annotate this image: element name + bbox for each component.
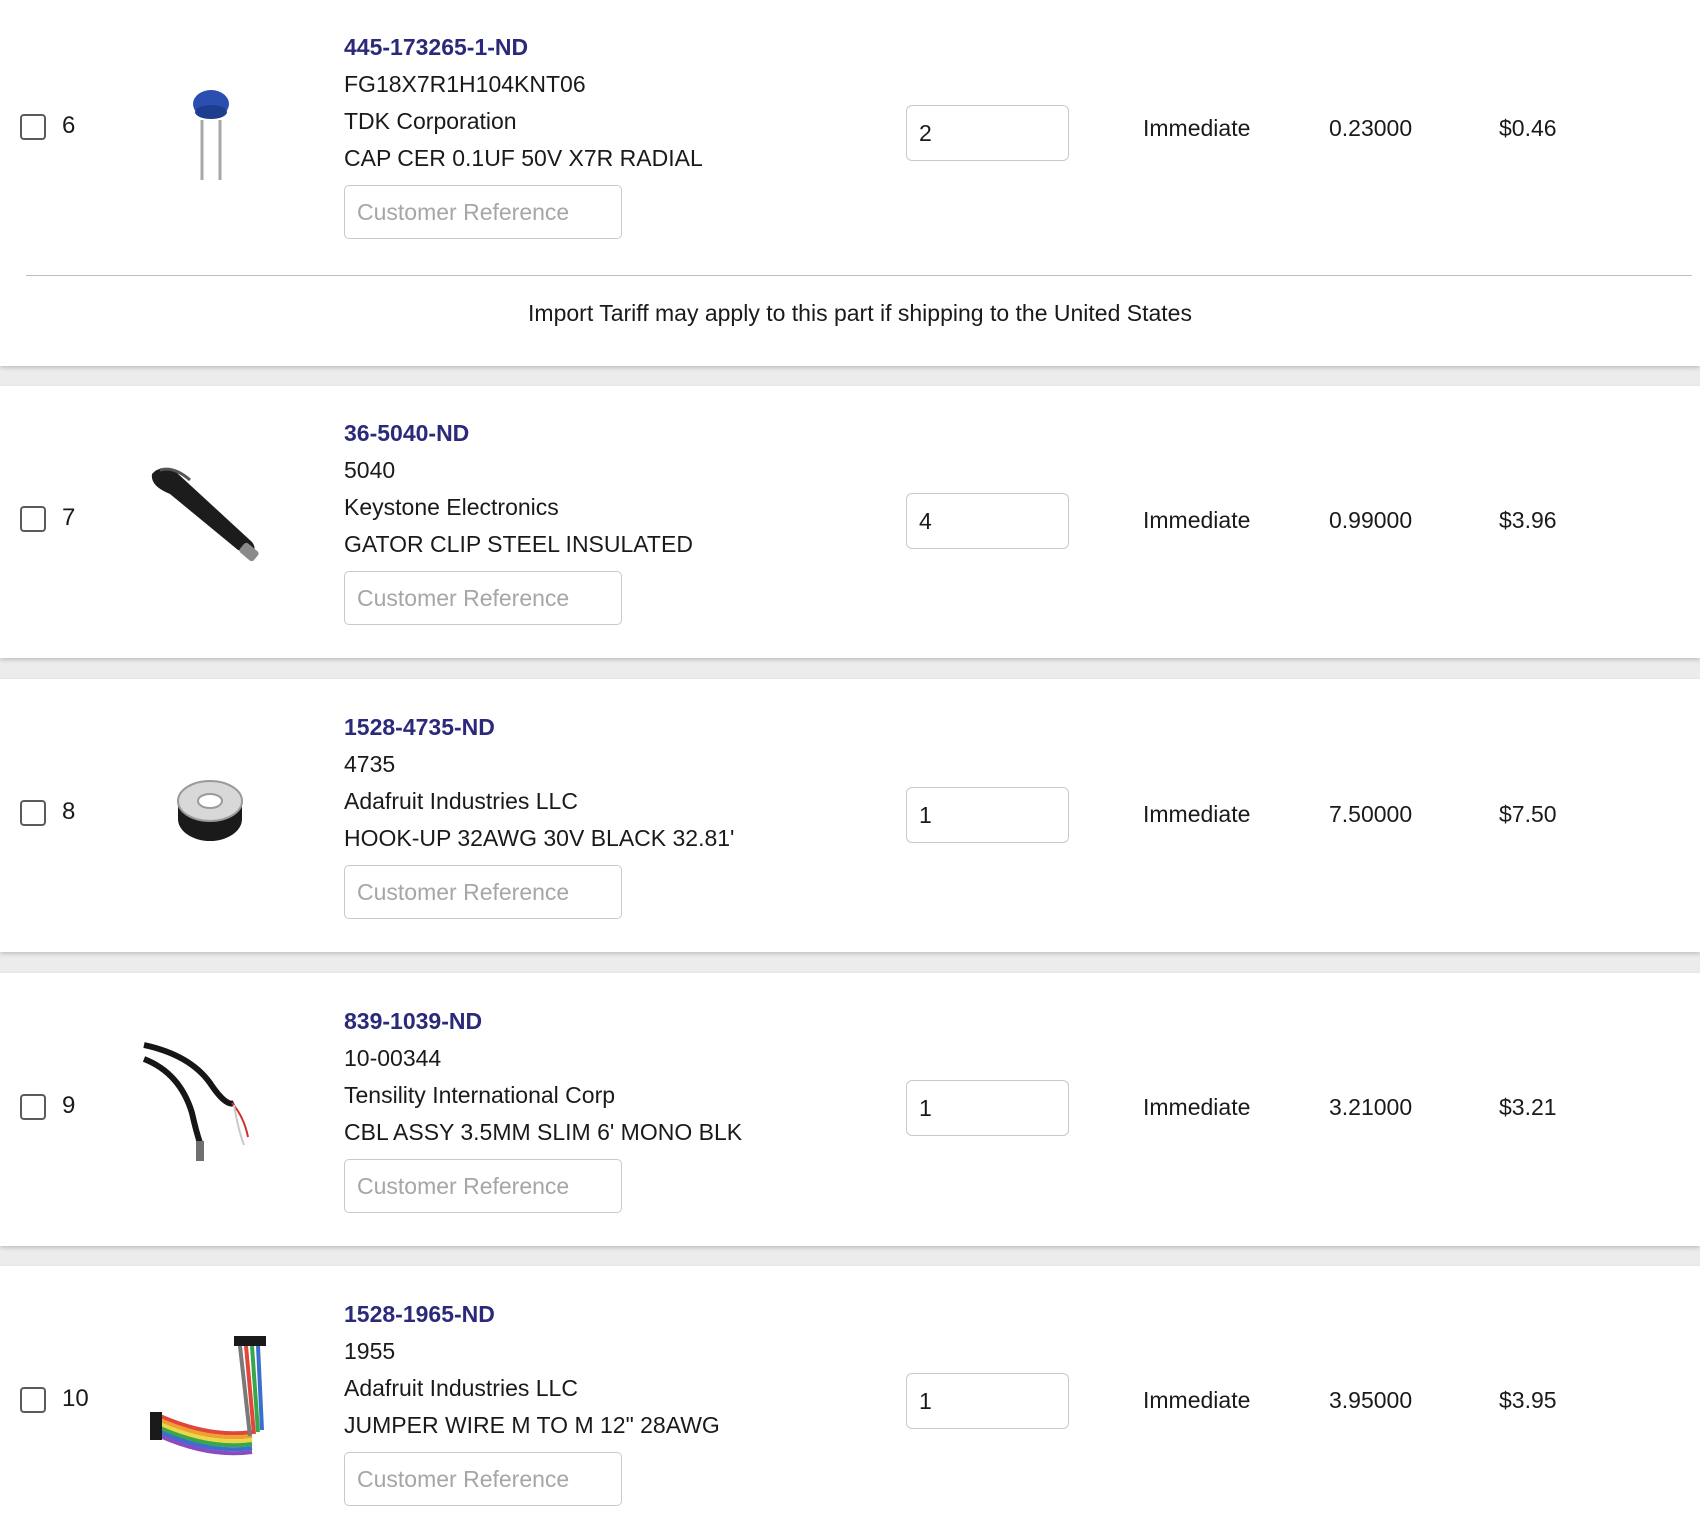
row-select-checkbox[interactable] — [20, 114, 46, 140]
customer-reference-input[interactable] — [344, 1159, 622, 1213]
part-description: CAP CER 0.1UF 50V X7R RADIAL — [344, 145, 703, 171]
row-select-checkbox[interactable] — [20, 1094, 46, 1120]
part-description: GATOR CLIP STEEL INSULATED — [344, 531, 693, 557]
quantity-input[interactable] — [906, 105, 1069, 161]
manufacturer-name: Adafruit Industries LLC — [344, 1375, 578, 1401]
row-select-checkbox[interactable] — [20, 800, 46, 826]
digikey-part-number-link[interactable]: 839-1039-ND — [344, 1003, 864, 1040]
manufacturer-name: Keystone Electronics — [344, 494, 559, 520]
quantity-input[interactable] — [906, 1080, 1069, 1136]
cart-row: 8 1528-4735-ND 4735 Adafruit Industries … — [0, 679, 1700, 952]
audio-cable-icon — [140, 1033, 280, 1173]
unit-price: 7.50000 — [1329, 801, 1413, 827]
availability-status: Immediate — [1143, 115, 1251, 141]
availability-status: Immediate — [1143, 801, 1251, 827]
line-number: 10 — [62, 1385, 89, 1412]
unit-price: 0.23000 — [1329, 115, 1413, 141]
row-select-checkbox[interactable] — [20, 1387, 46, 1413]
availability-status: Immediate — [1143, 1387, 1251, 1413]
unit-price: 0.99000 — [1329, 507, 1413, 533]
wire-spool-icon — [140, 741, 280, 881]
manufacturer-part-number: 10-00344 — [344, 1045, 442, 1071]
digikey-part-number-link[interactable]: 36-5040-ND — [344, 415, 864, 452]
part-description: JUMPER WIRE M TO M 12" 28AWG — [344, 1412, 720, 1438]
jumper-wires-icon — [140, 1326, 280, 1466]
line-number: 6 — [62, 112, 76, 139]
availability-status: Immediate — [1143, 507, 1251, 533]
extended-price: $3.21 — [1499, 1094, 1557, 1120]
digikey-part-number-link[interactable]: 445-173265-1-ND — [344, 29, 864, 66]
customer-reference-input[interactable] — [344, 185, 622, 239]
manufacturer-part-number: 5040 — [344, 457, 396, 483]
customer-reference-input[interactable] — [344, 571, 622, 625]
part-description: CBL ASSY 3.5MM SLIM 6' MONO BLK — [344, 1119, 743, 1145]
availability-status: Immediate — [1143, 1094, 1251, 1120]
extended-price: $0.46 — [1499, 115, 1557, 141]
manufacturer-part-number: FG18X7R1H104KNT06 — [344, 71, 586, 97]
unit-price: 3.21000 — [1329, 1094, 1413, 1120]
digikey-part-number-link[interactable]: 1528-1965-ND — [344, 1296, 864, 1333]
digikey-part-number-link[interactable]: 1528-4735-ND — [344, 709, 864, 746]
line-number: 8 — [62, 798, 76, 825]
cart-row: 9 839-1039-ND 10-00344 Tensility Interna… — [0, 973, 1700, 1246]
extended-price: $3.96 — [1499, 507, 1557, 533]
line-number: 9 — [62, 1092, 76, 1119]
row-divider — [26, 275, 1692, 276]
tariff-notice: Import Tariff may apply to this part if … — [528, 300, 1192, 326]
row-select-checkbox[interactable] — [20, 506, 46, 532]
cart-row: 7 36-5040-ND 5040 Keystone Electronics G… — [0, 386, 1700, 658]
extended-price: $7.50 — [1499, 801, 1557, 827]
part-description: HOOK-UP 32AWG 30V BLACK 32.81' — [344, 825, 735, 851]
quantity-input[interactable] — [906, 1373, 1069, 1429]
manufacturer-name: TDK Corporation — [344, 108, 517, 134]
quantity-input[interactable] — [906, 493, 1069, 549]
unit-price: 3.95000 — [1329, 1387, 1413, 1413]
extended-price: $3.95 — [1499, 1387, 1557, 1413]
manufacturer-name: Tensility International Corp — [344, 1082, 616, 1108]
cart-row: 10 1528-1965-ND 1955 Adafruit Industries… — [0, 1266, 1700, 1526]
customer-reference-input[interactable] — [344, 865, 622, 919]
alligator-clip-icon — [140, 446, 280, 586]
cart-row: 6 445-173265-1-ND FG18X7R1H104KNT06 TDK … — [0, 0, 1700, 366]
manufacturer-name: Adafruit Industries LLC — [344, 788, 578, 814]
manufacturer-part-number: 1955 — [344, 1338, 396, 1364]
manufacturer-part-number: 4735 — [344, 751, 396, 777]
ceramic-capacitor-icon — [140, 58, 280, 198]
customer-reference-input[interactable] — [344, 1452, 622, 1506]
line-number: 7 — [62, 504, 76, 531]
quantity-input[interactable] — [906, 787, 1069, 843]
